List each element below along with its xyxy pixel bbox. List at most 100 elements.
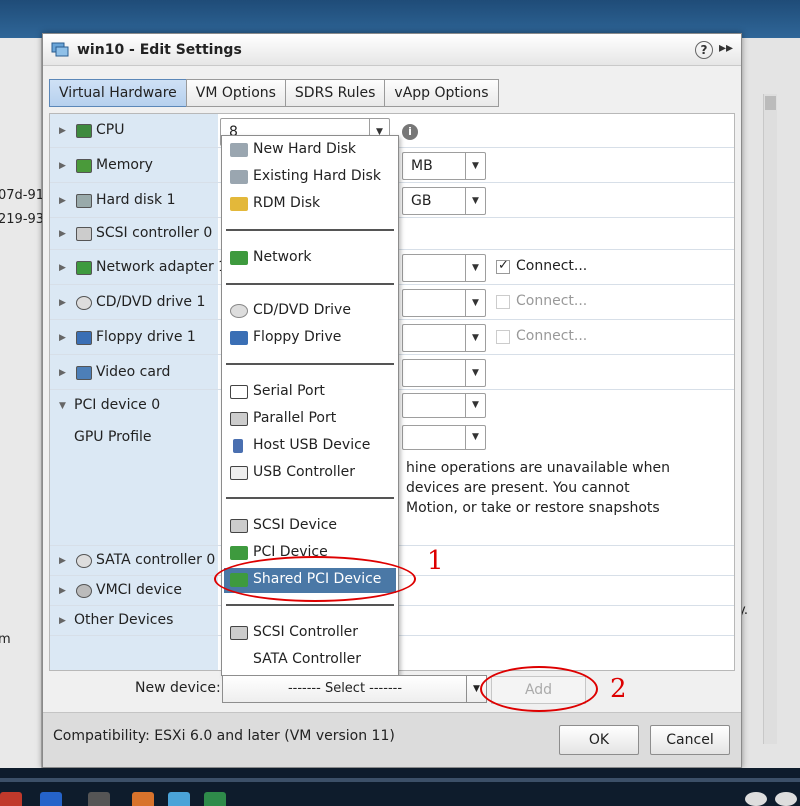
cancel-button[interactable]: Cancel bbox=[650, 725, 730, 755]
expand-icon[interactable]: ▸▸ bbox=[719, 40, 733, 56]
network-select[interactable]: ▼ bbox=[402, 254, 486, 282]
menu-item-parallel-port[interactable]: Parallel Port bbox=[224, 407, 396, 432]
expand-arrow-icon[interactable]: ▶ bbox=[59, 263, 66, 273]
menu-item-usb-controller[interactable]: USB Controller bbox=[224, 461, 396, 486]
chevron-down-icon[interactable]: ▼ bbox=[465, 290, 485, 316]
new-device-label: New device: bbox=[135, 680, 221, 696]
taskbar-tray-icon[interactable] bbox=[775, 792, 797, 806]
info-icon[interactable]: i bbox=[402, 124, 418, 140]
memory-unit-select[interactable]: MB ▼ bbox=[402, 152, 486, 180]
tab-virtual-hardware[interactable]: Virtual Hardware bbox=[49, 79, 187, 107]
compatibility-text: Compatibility: ESXi 6.0 and later (VM ve… bbox=[53, 728, 395, 744]
connect-label: Connect... bbox=[516, 328, 588, 344]
taskbar-app-icon[interactable] bbox=[204, 792, 226, 806]
connect-checkbox[interactable] bbox=[496, 295, 510, 309]
help-icon[interactable]: ? bbox=[695, 41, 713, 59]
taskbar-tray-icon[interactable] bbox=[745, 792, 767, 806]
menu-item-scsi-device[interactable]: SCSI Device bbox=[224, 514, 396, 539]
rdm-icon bbox=[230, 197, 248, 211]
network-icon bbox=[230, 251, 248, 265]
scsi-label: SCSI controller 0 bbox=[96, 225, 213, 241]
expand-arrow-icon[interactable]: ▶ bbox=[59, 556, 66, 566]
floppy-icon bbox=[76, 331, 92, 345]
expand-arrow-icon[interactable]: ▶ bbox=[59, 368, 66, 378]
expand-arrow-icon[interactable]: ▶ bbox=[59, 298, 66, 308]
hard-disk-label: Hard disk 1 bbox=[96, 192, 176, 208]
menu-item-serial-port[interactable]: Serial Port bbox=[224, 380, 396, 405]
tab-bar: Virtual Hardware VM Options SDRS Rules v… bbox=[49, 79, 499, 107]
video-select[interactable]: ▼ bbox=[402, 359, 486, 387]
connect-checkbox[interactable] bbox=[496, 330, 510, 344]
pci-select[interactable]: ▼ bbox=[402, 393, 486, 418]
tab-sdrs-rules[interactable]: SDRS Rules bbox=[284, 79, 386, 107]
chevron-down-icon[interactable]: ▼ bbox=[465, 255, 485, 281]
menu-item-new-hard-disk[interactable]: New Hard Disk bbox=[224, 138, 396, 163]
expand-arrow-icon[interactable]: ▶ bbox=[59, 126, 66, 136]
sata-label: SATA controller 0 bbox=[96, 552, 216, 568]
network-icon bbox=[76, 261, 92, 275]
menu-separator bbox=[226, 363, 394, 365]
taskbar-strip bbox=[0, 778, 800, 782]
tab-vapp-options[interactable]: vApp Options bbox=[384, 79, 499, 107]
bg-text-fragment: 07d-91 bbox=[0, 188, 45, 203]
taskbar bbox=[0, 768, 800, 806]
expand-arrow-icon[interactable]: ▶ bbox=[59, 229, 66, 239]
pci-device-label: PCI device 0 bbox=[74, 397, 161, 413]
expand-arrow-icon[interactable]: ▶ bbox=[59, 333, 66, 343]
cd-icon bbox=[230, 304, 248, 318]
new-device-select[interactable]: ------- Select ------- ▼ bbox=[222, 675, 487, 703]
taskbar-app-icon[interactable] bbox=[40, 792, 62, 806]
collapse-arrow-icon[interactable]: ▼ bbox=[59, 401, 66, 411]
cd-select[interactable]: ▼ bbox=[402, 289, 486, 317]
expand-arrow-icon[interactable]: ▶ bbox=[59, 161, 66, 171]
menu-item-floppy-drive[interactable]: Floppy Drive bbox=[224, 326, 396, 351]
chevron-down-icon[interactable]: ▼ bbox=[465, 188, 485, 214]
cd-dvd-label: CD/DVD drive 1 bbox=[96, 294, 206, 310]
connect-label: Connect... bbox=[516, 293, 588, 309]
tab-vm-options[interactable]: VM Options bbox=[185, 79, 286, 107]
scrollbar-thumb[interactable] bbox=[765, 96, 776, 110]
menu-item-existing-hard-disk[interactable]: Existing Hard Disk bbox=[224, 165, 396, 190]
menu-separator bbox=[226, 604, 394, 606]
background-left-pane: 07d-91 219-93 m bbox=[0, 38, 45, 768]
vm-icon bbox=[51, 42, 69, 57]
chevron-down-icon[interactable]: ▼ bbox=[465, 325, 485, 351]
chevron-down-icon[interactable]: ▼ bbox=[465, 153, 485, 179]
cd-icon bbox=[76, 296, 92, 310]
menu-item-scsi-controller[interactable]: SCSI Controller bbox=[224, 621, 396, 646]
cpu-icon bbox=[76, 124, 92, 138]
menu-item-sata-controller[interactable]: SATA Controller bbox=[224, 648, 396, 673]
cpu-label: CPU bbox=[96, 122, 125, 138]
expand-arrow-icon[interactable]: ▶ bbox=[59, 586, 66, 596]
dialog-header: win10 - Edit Settings ? ▸▸ bbox=[43, 34, 741, 66]
gpu-profile-select[interactable]: ▼ bbox=[402, 425, 486, 450]
menu-item-network[interactable]: Network bbox=[224, 246, 396, 271]
menu-item-host-usb-device[interactable]: Host USB Device bbox=[224, 434, 396, 459]
floppy-select[interactable]: ▼ bbox=[402, 324, 486, 352]
menu-item-cd-dvd-drive[interactable]: CD/DVD Drive bbox=[224, 299, 396, 324]
taskbar-app-icon[interactable] bbox=[0, 792, 22, 806]
monitor-icon bbox=[76, 366, 92, 380]
taskbar-app-icon[interactable] bbox=[168, 792, 190, 806]
ok-button[interactable]: OK bbox=[559, 725, 639, 755]
background-scrollbar[interactable] bbox=[763, 94, 777, 744]
warning-line: hine operations are unavailable when bbox=[406, 460, 670, 476]
memory-unit: MB bbox=[411, 158, 433, 174]
chevron-down-icon[interactable]: ▼ bbox=[465, 394, 485, 417]
taskbar-app-icon[interactable] bbox=[88, 792, 110, 806]
warning-line: devices are present. You cannot bbox=[406, 480, 630, 496]
menu-item-rdm-disk[interactable]: RDM Disk bbox=[224, 192, 396, 217]
menu-separator bbox=[226, 283, 394, 285]
taskbar-app-icon[interactable] bbox=[132, 792, 154, 806]
parallel-icon bbox=[230, 412, 248, 426]
other-devices-label: Other Devices bbox=[74, 612, 174, 628]
expand-arrow-icon[interactable]: ▶ bbox=[59, 196, 66, 206]
usb-icon bbox=[230, 466, 248, 480]
disk-icon bbox=[230, 170, 248, 184]
chevron-down-icon[interactable]: ▼ bbox=[465, 360, 485, 386]
chevron-down-icon[interactable]: ▼ bbox=[465, 426, 485, 449]
expand-arrow-icon[interactable]: ▶ bbox=[59, 616, 66, 626]
connect-checkbox[interactable] bbox=[496, 258, 510, 274]
disk-unit-select[interactable]: GB ▼ bbox=[402, 187, 486, 215]
memory-label: Memory bbox=[96, 157, 153, 173]
